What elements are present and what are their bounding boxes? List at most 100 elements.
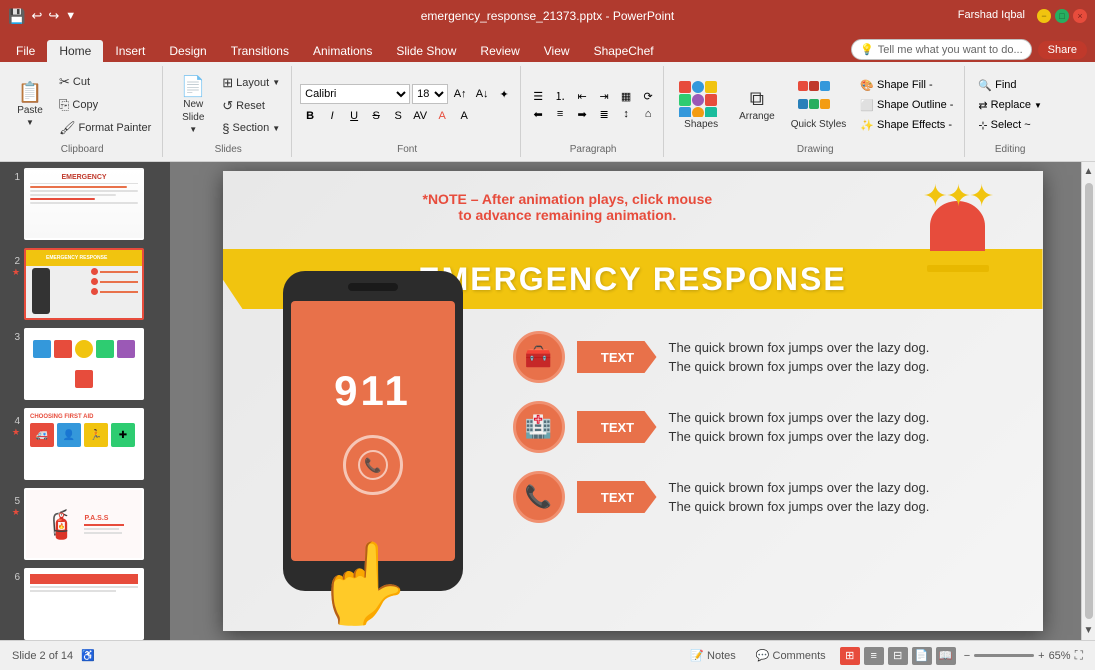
slide-thumb-4[interactable]: 4 ★ CHOOSING FIRST AID 🚑 👤 🏃 ✚ bbox=[4, 406, 166, 482]
zoom-slider[interactable] bbox=[974, 654, 1034, 657]
highlight-color-button[interactable]: A bbox=[454, 106, 474, 126]
redo-icon[interactable]: ↪ bbox=[48, 8, 59, 24]
slide-thumb-2[interactable]: 2 ★ EMERGENCY RESPONSE bbox=[4, 246, 166, 322]
minimize-button[interactable]: − bbox=[1037, 9, 1051, 23]
tab-animations[interactable]: Animations bbox=[301, 40, 384, 62]
tab-home[interactable]: Home bbox=[47, 40, 103, 62]
slide-thumb-3[interactable]: 3 bbox=[4, 326, 166, 402]
font-decrease-button[interactable]: A↓ bbox=[472, 84, 492, 104]
arrange-button[interactable]: ⧉ Arrange bbox=[732, 85, 782, 126]
font-color-button[interactable]: A bbox=[432, 106, 452, 126]
normal-view-button[interactable]: ⊞ bbox=[840, 647, 860, 665]
line-spacing-button[interactable]: ↕ bbox=[617, 106, 635, 122]
zoom-in-icon[interactable]: + bbox=[1038, 650, 1044, 662]
tab-design[interactable]: Design bbox=[157, 40, 218, 62]
shapes-label: Shapes bbox=[684, 119, 718, 130]
scroll-up-arrow[interactable]: ▲ bbox=[1082, 164, 1095, 179]
zoom-controls: − + 65% ⛶ bbox=[964, 648, 1083, 663]
quick-styles-button[interactable]: Quick Styles bbox=[784, 77, 854, 134]
reset-button[interactable]: ↺ Reset bbox=[217, 95, 285, 117]
format-painter-button[interactable]: 🖌 Format Painter bbox=[54, 117, 156, 139]
slide-star-2: ★ bbox=[12, 267, 20, 278]
clipboard-group: 📋 Paste ▼ ✂ Cut ⎘ Copy 🖌 Format Painter bbox=[2, 66, 163, 157]
find-icon: 🔍 bbox=[978, 79, 992, 92]
decrease-indent-button[interactable]: ⇤ bbox=[573, 88, 591, 104]
copy-button[interactable]: ⎘ Copy bbox=[54, 94, 156, 116]
slide-thumb-5[interactable]: 5 ★ 🧯 P.A.S.S bbox=[4, 486, 166, 562]
zoom-out-icon[interactable]: − bbox=[964, 650, 970, 662]
tab-shapechef[interactable]: ShapeChef bbox=[582, 40, 666, 62]
bold-button[interactable]: B bbox=[300, 106, 320, 126]
siren-stand bbox=[927, 265, 989, 272]
siren-base bbox=[922, 251, 994, 265]
vertical-scrollbar[interactable]: ▲ ▼ bbox=[1081, 162, 1095, 640]
tab-transitions[interactable]: Transitions bbox=[219, 40, 301, 62]
shape-fill-button[interactable]: 🎨 Shape Fill - bbox=[855, 76, 958, 95]
slide-info: Slide 2 of 14 bbox=[12, 650, 73, 662]
shape-outline-button[interactable]: ⬜ Shape Outline - bbox=[855, 96, 958, 115]
columns-button[interactable]: ▦ bbox=[617, 88, 635, 104]
align-left-button[interactable]: ⬅ bbox=[529, 106, 547, 122]
shape-effects-button[interactable]: ✨ Shape Effects - bbox=[855, 116, 958, 135]
justify-button[interactable]: ≣ bbox=[595, 106, 613, 122]
tab-slideshow[interactable]: Slide Show bbox=[384, 40, 468, 62]
text-direction-button[interactable]: ⟳ bbox=[639, 88, 657, 104]
arrow-label-2: TEXT bbox=[591, 420, 642, 435]
fit-slide-button[interactable]: ⛶ bbox=[1075, 648, 1083, 663]
underline-button[interactable]: U bbox=[344, 106, 364, 126]
align-right-button[interactable]: ➡ bbox=[573, 106, 591, 122]
tell-me-input[interactable]: 💡 Tell me what you want to do... bbox=[851, 39, 1032, 60]
share-button[interactable]: Share bbox=[1038, 41, 1087, 59]
numbering-button[interactable]: ⒈ bbox=[551, 88, 569, 104]
font-label: Font bbox=[300, 142, 514, 155]
align-center-button[interactable]: ≡ bbox=[551, 106, 569, 122]
font-controls: Calibri 18 A↑ A↓ ✦ B I U S S AV A bbox=[300, 84, 514, 126]
increase-indent-button[interactable]: ⇥ bbox=[595, 88, 613, 104]
customize-icon[interactable]: ▼ bbox=[65, 10, 76, 22]
slide-sorter-button[interactable]: ⊟ bbox=[888, 647, 908, 665]
close-button[interactable]: × bbox=[1073, 9, 1087, 23]
cut-button[interactable]: ✂ Cut bbox=[54, 71, 156, 93]
convert-smartart-button[interactable]: ⌂ bbox=[639, 106, 657, 122]
slide-panel[interactable]: 1 EMERGENCY 2 ★ bbox=[0, 162, 170, 640]
paragraph-buttons: ☰ ⒈ ⇤ ⇥ ▦ ⟳ ⬅ ≡ ➡ ≣ ↕ ⌂ bbox=[529, 88, 657, 122]
canvas-area[interactable]: *NOTE – After animation plays, click mou… bbox=[170, 162, 1095, 640]
strikethrough-button[interactable]: S bbox=[366, 106, 386, 126]
tab-review[interactable]: Review bbox=[468, 40, 531, 62]
replace-button[interactable]: ⇄ Replace ▼ bbox=[973, 96, 1047, 115]
char-spacing-button[interactable]: AV bbox=[410, 106, 430, 126]
tab-view[interactable]: View bbox=[532, 40, 582, 62]
outline-view-button[interactable]: ≡ bbox=[864, 647, 884, 665]
font-family-select[interactable]: Calibri bbox=[300, 84, 410, 104]
tab-file[interactable]: File bbox=[4, 40, 47, 62]
bullets-button[interactable]: ☰ bbox=[529, 88, 547, 104]
font-increase-button[interactable]: A↑ bbox=[450, 84, 470, 104]
italic-button[interactable]: I bbox=[322, 106, 342, 126]
find-button[interactable]: 🔍 Find bbox=[973, 76, 1047, 95]
shapes-button[interactable]: Shapes bbox=[672, 77, 730, 134]
font-size-select[interactable]: 18 bbox=[412, 84, 448, 104]
reading-view-button[interactable]: 📖 bbox=[936, 647, 956, 665]
layout-button[interactable]: ⊞ Layout ▼ bbox=[217, 72, 285, 94]
maximize-button[interactable]: □ bbox=[1055, 9, 1069, 23]
paste-button[interactable]: 📋 Paste ▼ bbox=[8, 79, 52, 131]
slide-number-5: 5 bbox=[6, 492, 20, 507]
scroll-thumb[interactable] bbox=[1085, 183, 1093, 619]
slide-thumb-6[interactable]: 6 bbox=[4, 566, 166, 640]
new-slide-button[interactable]: 📄 New Slide ▼ bbox=[171, 73, 215, 138]
slide-thumb-1[interactable]: 1 EMERGENCY bbox=[4, 166, 166, 242]
tab-insert[interactable]: Insert bbox=[103, 40, 157, 62]
select-button[interactable]: ⊹ Select ~ bbox=[973, 116, 1047, 135]
save-icon[interactable]: 💾 bbox=[8, 8, 25, 25]
comments-button[interactable]: 💬 Comments bbox=[750, 647, 832, 664]
notes-button[interactable]: 📝 Notes bbox=[684, 647, 741, 664]
shadow-button[interactable]: S bbox=[388, 106, 408, 126]
scroll-down-arrow[interactable]: ▼ bbox=[1082, 623, 1095, 638]
content-area: 🧰 TEXT The quick brown fox jumps over th… bbox=[513, 331, 1023, 523]
siren-illustration: ✦✦✦ bbox=[903, 181, 1013, 281]
undo-icon[interactable]: ↩ bbox=[31, 8, 42, 24]
row-text-2: The quick brown fox jumps over the lazy … bbox=[669, 408, 930, 447]
section-button[interactable]: § Section ▼ bbox=[217, 118, 285, 139]
clear-format-button[interactable]: ✦ bbox=[494, 84, 514, 104]
notes-page-button[interactable]: 📄 bbox=[912, 647, 932, 665]
